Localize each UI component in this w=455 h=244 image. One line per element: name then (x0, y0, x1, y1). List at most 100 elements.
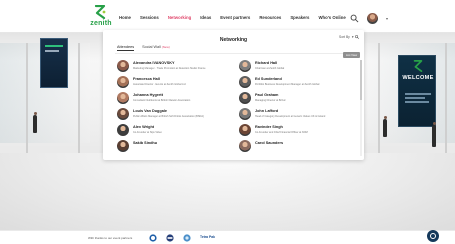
nav-item-ideas[interactable]: Ideas (200, 15, 211, 23)
nav-item-home[interactable]: Home (119, 15, 131, 23)
attendee-card[interactable]: Alex Wright Co-Founder at Sips Video (117, 124, 235, 138)
attendee-name: Johanna Hygrett (133, 93, 163, 97)
attendee-name: Ravinder Singh (255, 125, 283, 129)
pillar (26, 43, 28, 153)
scrollbar-thumb[interactable] (360, 60, 362, 100)
attendee-name: John Lafford (255, 109, 279, 113)
tab-label: Attendees (117, 45, 135, 49)
tab-label: Social Wall (142, 45, 161, 49)
top-navigation-bar: zenith Home Sessions Networking Ideas Ev… (0, 0, 455, 33)
attendee-card[interactable]: Sakib Sindhu (117, 140, 235, 154)
attendee-card[interactable]: Louis Van Duggale Public Affairs Manager… (117, 108, 235, 122)
list-view-button[interactable]: List View (343, 52, 361, 58)
attendee-role: Co-Founder at Sips Video (133, 130, 162, 134)
attendee-photo (117, 108, 129, 120)
attendee-photo (239, 108, 251, 120)
panel-title: Networking (219, 37, 248, 43)
attendee-role: Public Affairs Manager at British Soft D… (133, 114, 204, 118)
banner-line (405, 97, 425, 99)
sponsor-logo[interactable] (165, 234, 175, 242)
attendee-name: Sakib Sindhu (133, 141, 158, 145)
attendee-photo (117, 140, 129, 152)
avatar-person (432, 122, 436, 147)
nav-item-resources[interactable]: Resources (259, 15, 281, 23)
attendee-photo (239, 76, 251, 88)
attendee-card[interactable]: Paul Graham Managing Director at Britvic (239, 92, 357, 106)
new-badge: (New) (161, 45, 170, 49)
attendee-name: Paul Graham (255, 93, 279, 97)
sponsor-logo[interactable] (182, 234, 192, 242)
nav-item-sessions[interactable]: Sessions (140, 15, 159, 23)
attendee-role: Head of Category Development at Generic … (255, 114, 326, 118)
welcome-banner[interactable]: WELCOME (398, 55, 436, 127)
scrollbar[interactable] (360, 60, 362, 156)
attendee-role: Co-Founder and Chief Financial Officer a… (255, 130, 308, 134)
attendee-name: Ed Sunderland (255, 77, 282, 81)
pillar (378, 43, 380, 153)
attendee-photo (117, 92, 129, 104)
attendee-photo (239, 60, 251, 72)
attendee-name: Alex Wright (133, 125, 155, 129)
attendee-card[interactable]: Richard Hall Chairman at Zenith Global (239, 60, 357, 74)
attendee-photo (239, 124, 251, 136)
panel-tabs: Attendees Social Wall(New) (117, 45, 170, 51)
nav-item-speakers[interactable]: Speakers (290, 15, 309, 23)
avatar-person (33, 112, 37, 133)
attendee-name: Richard Hall (255, 61, 278, 65)
attendee-card[interactable]: Carol Saunders (239, 140, 357, 154)
chat-icon[interactable] (427, 230, 439, 242)
banner-stripe (45, 45, 63, 47)
chat-ring (430, 233, 436, 239)
search-icon[interactable] (355, 35, 360, 39)
chevron-down-icon[interactable]: ▾ (386, 16, 388, 21)
sponsor-logo-tetrapak[interactable]: Tetra Pak (200, 235, 215, 243)
attendee-name: Alexandra IVANOVSKY (133, 61, 175, 65)
attendee-role: Marketing Manager · Trade Promotion at D… (133, 66, 206, 70)
zenith-logo[interactable]: zenith (88, 5, 112, 31)
attendee-card[interactable]: Ed Sunderland Portfolio Business Develop… (239, 76, 357, 90)
brand-name: zenith (90, 20, 112, 27)
attendee-photo (117, 124, 129, 136)
attendee-card[interactable]: Ravinder Singh Co-Founder and Chief Fina… (239, 124, 357, 138)
floor (0, 153, 455, 230)
zenith-logo-icon (413, 60, 423, 72)
tab-social-wall[interactable]: Social Wall(New) (142, 45, 170, 51)
attendee-photo (239, 140, 251, 152)
sponsor-logo[interactable] (148, 234, 158, 242)
main-nav: Home Sessions Networking Ideas Event par… (119, 15, 346, 23)
attendee-role: Chairman at Zenith Global (255, 66, 285, 70)
footer-bar: With thanks to our event partners Tetra … (0, 230, 455, 244)
pillar (445, 43, 447, 153)
avatar-person (383, 116, 387, 137)
attendee-name: Francesca Hall (133, 77, 160, 81)
attendee-role: Consultant Nutritionist at British Diete… (133, 98, 191, 102)
networking-panel: Networking Sort By ▾ Attendees Social Wa… (103, 30, 364, 160)
search-icon[interactable] (350, 14, 359, 23)
tab-attendees[interactable]: Attendees (117, 45, 135, 51)
user-avatar[interactable] (367, 12, 378, 24)
nav-item-whos-online[interactable]: Who's Online (318, 15, 345, 23)
attendee-role: Associate Director · Events at Zenith Gl… (133, 82, 186, 86)
attendee-card[interactable]: Alexandra IVANOVSKY Marketing Manager · … (117, 60, 235, 74)
left-banner[interactable] (40, 38, 68, 88)
banner-line (405, 93, 431, 95)
attendee-role: Portfolio Business Development Manager a… (255, 82, 320, 86)
nav-item-event-partners[interactable]: Event partners (220, 15, 250, 23)
attendee-card[interactable]: Francesca Hall Associate Director · Even… (117, 76, 235, 90)
welcome-text: WELCOME (402, 75, 434, 81)
header-actions: ▾ (350, 12, 388, 24)
attendee-photo (117, 60, 129, 72)
partners-label: With thanks to our event partners (88, 236, 133, 240)
attendee-card[interactable]: Johanna Hygrett Consultant Nutritionist … (117, 92, 235, 106)
attendee-photo (117, 76, 129, 88)
sort-dropdown[interactable]: Sort By ▾ (339, 35, 360, 39)
attendee-card[interactable]: John Lafford Head of Category Developmen… (239, 108, 357, 122)
attendee-photo (239, 92, 251, 104)
attendee-role: Managing Director at Britvic (255, 98, 286, 102)
pillar (78, 43, 80, 153)
chevron-down-icon: ▾ (351, 35, 354, 39)
nav-item-networking[interactable]: Networking (168, 15, 191, 23)
attendee-name: Louis Van Duggale (133, 109, 167, 113)
banner-stripe (45, 50, 59, 52)
divider (115, 53, 354, 54)
